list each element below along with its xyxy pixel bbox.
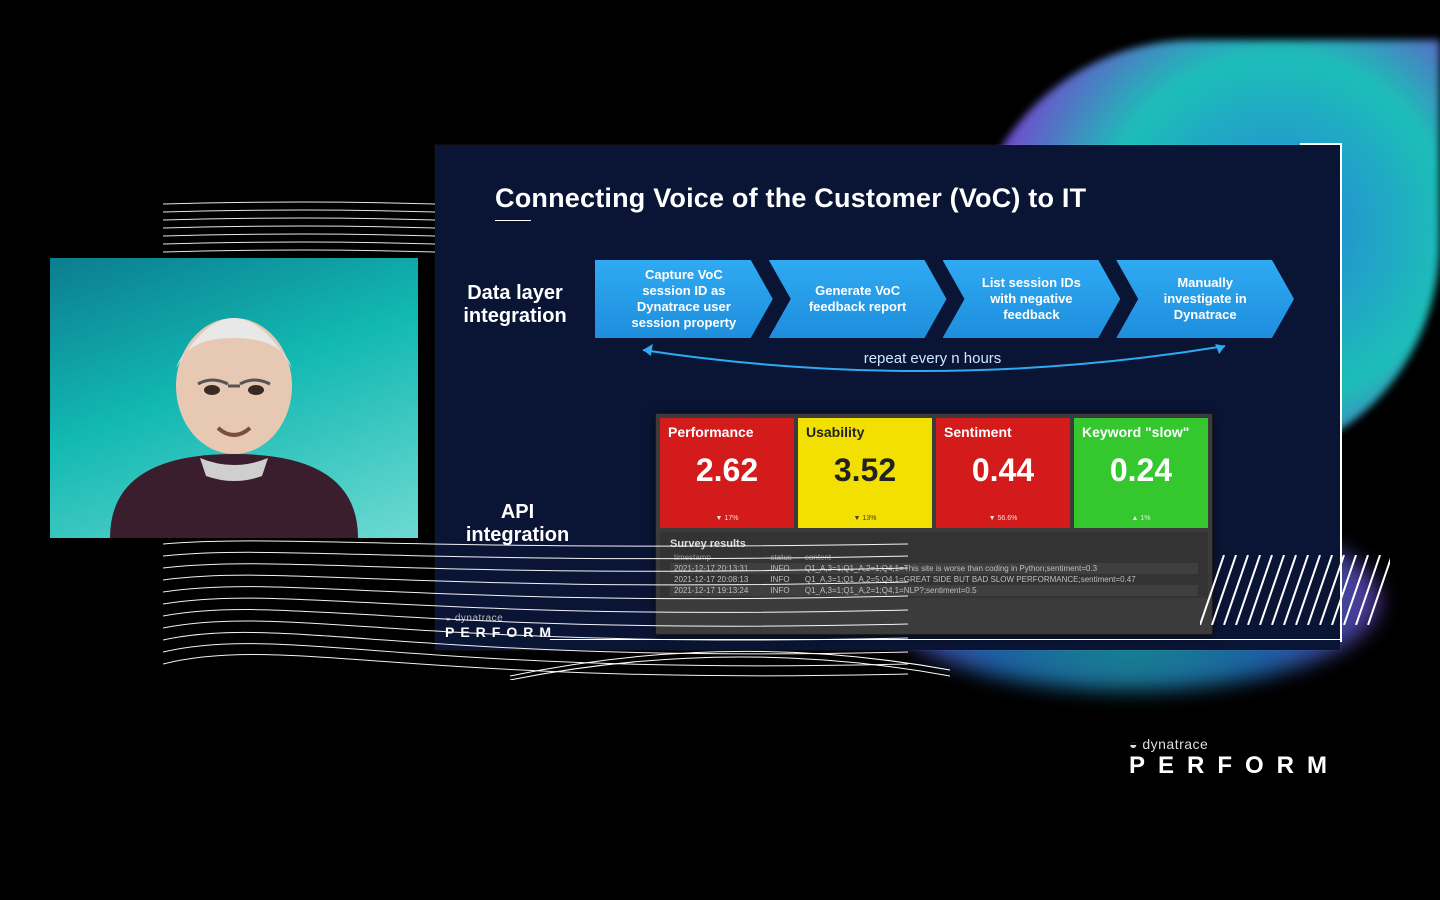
hatch-lines-right	[1200, 555, 1390, 625]
tile-value: 0.44	[944, 452, 1062, 489]
flow-step-1: Capture VoC session ID as Dynatrace user…	[595, 260, 773, 338]
tile-value: 2.62	[668, 452, 786, 489]
tile-delta: ▼ 13%	[798, 515, 932, 522]
tile-value: 0.24	[1082, 452, 1200, 489]
tile-usability: Usability 3.52 ▼ 13%	[798, 418, 932, 528]
flow-step-2: Generate VoC feedback report	[769, 260, 947, 338]
presentation-frame: Connecting Voice of the Customer (VoC) t…	[0, 0, 1440, 900]
flow-step-text: Capture VoC session ID as Dynatrace user…	[623, 267, 745, 332]
tile-title: Keyword "slow"	[1082, 424, 1200, 440]
tile-title: Sentiment	[944, 424, 1062, 440]
flow-step-text: Generate VoC feedback report	[797, 283, 919, 316]
tile-delta: ▲ 1%	[1074, 515, 1208, 522]
brand-name: dynatrace	[1142, 736, 1208, 752]
tile-sentiment: Sentiment 0.44 ▼ 56.6%	[936, 418, 1070, 528]
tile-title: Performance	[668, 424, 786, 440]
tile-performance: Performance 2.62 ▼ 17%	[660, 418, 794, 528]
presenter-silhouette-icon	[50, 258, 418, 538]
process-chevron-flow: Capture VoC session ID as Dynatrace user…	[595, 260, 1290, 348]
metric-tiles: Performance 2.62 ▼ 17% Usability 3.52 ▼ …	[656, 414, 1212, 532]
title-underline	[495, 220, 531, 221]
repeat-arrow-icon	[635, 344, 1230, 378]
contour-lines-top	[163, 200, 435, 258]
flow-step-text: Manually investigate in Dynatrace	[1144, 275, 1266, 324]
presenter-webcam	[50, 258, 418, 538]
curve-line-bottom	[510, 640, 950, 680]
slide-corner-frame	[1300, 143, 1342, 165]
tile-delta: ▼ 17%	[660, 515, 794, 522]
tile-value: 3.52	[806, 452, 924, 489]
slide-title: Connecting Voice of the Customer (VoC) t…	[495, 183, 1086, 214]
brand-event: PERFORM	[1129, 752, 1340, 780]
flow-step-4: Manually investigate in Dynatrace	[1116, 260, 1294, 338]
tile-delta: ▼ 56.6%	[936, 515, 1070, 522]
tile-keyword-slow: Keyword "slow" 0.24 ▲ 1%	[1074, 418, 1208, 528]
event-logo: ◒ dynatrace PERFORM	[1129, 736, 1340, 780]
flow-step-3: List session IDs with negative feedback	[943, 260, 1121, 338]
flow-step-text: List session IDs with negative feedback	[971, 275, 1093, 324]
tile-title: Usability	[806, 424, 924, 440]
repeat-loop-caption: repeat every n hours	[595, 350, 1270, 367]
label-data-layer-integration: Data layer integration	[460, 282, 570, 328]
